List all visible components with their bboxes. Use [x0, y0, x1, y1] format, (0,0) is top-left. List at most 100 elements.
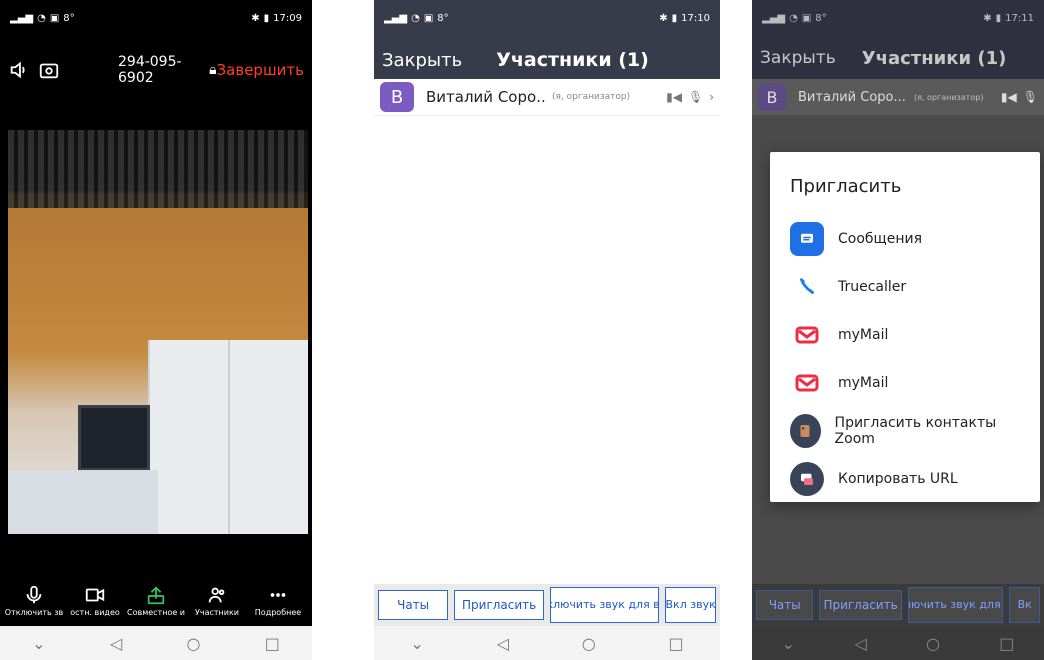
stop-video-button[interactable]: остн. видео	[65, 584, 125, 626]
close-button[interactable]: Закрыть	[760, 48, 836, 68]
battery-icon: ▮	[671, 12, 678, 24]
video-icon: ▮◀	[666, 90, 682, 104]
bluetooth-icon: ✱	[659, 12, 668, 24]
nav-down-icon[interactable]: ⌄	[32, 634, 45, 653]
participant-row[interactable]: В Виталий Соро... (я, организатор) ▮◀ 🎙︎…	[374, 79, 720, 116]
battery-icon: ▮	[995, 12, 1002, 24]
option-label: Копировать URL	[838, 471, 958, 487]
camera-status-icon: ▣	[423, 12, 434, 24]
status-time: 17:10	[681, 12, 710, 24]
mute-all-button[interactable]: Выключить звук для всех	[907, 587, 1004, 623]
option-label: myMail	[838, 327, 889, 343]
invite-option-copy-url[interactable]: Копировать URL	[790, 455, 1020, 503]
camera-status-icon: ▣	[801, 12, 812, 24]
system-nav-bar: ⌄ ◁ ○ □	[374, 626, 720, 660]
unmute-all-button[interactable]: Вкл звук	[665, 587, 716, 623]
status-time: 17:09	[273, 12, 302, 24]
participant-icons: ▮◀ 🎙︎	[1001, 90, 1038, 104]
participant-icons: ▮◀ 🎙︎ ›	[666, 90, 714, 104]
lock-icon: 🔒︎	[209, 62, 217, 78]
messages-icon	[790, 222, 824, 256]
participant-role: (я, организатор)	[552, 92, 631, 102]
mic-icon: 🎙︎	[1022, 90, 1038, 104]
avatar: В	[758, 83, 786, 111]
invite-option-mymail-1[interactable]: myMail	[790, 311, 1020, 359]
avatar: В	[380, 82, 414, 112]
mute-button[interactable]: Отключить зв	[4, 584, 64, 626]
wifi-icon: ◔	[37, 12, 46, 24]
bluetooth-icon: ✱	[251, 12, 260, 24]
invite-option-zoom-contacts[interactable]: Пригласить контакты Zoom	[790, 407, 1020, 455]
meeting-toolbar: Отключить зв остн. видео Совместное и Уч…	[0, 584, 312, 626]
header-row: Закрыть Участники (1)	[374, 40, 720, 80]
mail-icon	[790, 366, 824, 400]
page-title: Участники (1)	[861, 47, 1007, 69]
phone-meeting-screen: ▂▄▆ ◔ ▣ 8° ✱ ▮ 17:09 294-095-6902 🔒︎ Зав…	[0, 0, 312, 660]
participants-bottom-bar: Чаты Пригласить Выключить звук для всех …	[374, 584, 720, 626]
signal-icon: ▂▄▆	[762, 12, 786, 24]
invite-option-mymail-2[interactable]: myMail	[790, 359, 1020, 407]
camera-status-icon: ▣	[49, 12, 60, 24]
phone-icon	[790, 270, 824, 304]
switch-camera-icon[interactable]	[38, 58, 60, 82]
battery-icon: ▮	[263, 12, 270, 24]
copy-url-icon	[790, 462, 824, 496]
unmute-all-button[interactable]: Вк	[1009, 587, 1040, 623]
system-nav-bar: ⌄ ◁ ○ □	[0, 626, 312, 660]
nav-home-icon[interactable]: ○	[926, 634, 940, 653]
mute-all-button[interactable]: Выключить звук для всех	[550, 587, 660, 623]
invite-dialog: Пригласить Сообщения Truecaller myMail m…	[770, 152, 1040, 502]
meeting-id: 294-095-6902 🔒︎	[118, 54, 217, 86]
chats-button[interactable]: Чаты	[756, 590, 814, 620]
participants-bottom-bar: Чаты Пригласить Выключить звук для всех …	[752, 584, 1044, 626]
invite-option-truecaller[interactable]: Truecaller	[790, 263, 1020, 311]
nav-down-icon[interactable]: ⌄	[410, 634, 423, 653]
participant-row[interactable]: В Виталий Соро... (я, организатор) ▮◀ 🎙︎	[752, 79, 1044, 115]
wifi-icon: ◔	[789, 12, 798, 24]
phone-invite-screen: ▂▄▆ ◔ ▣ 8° ✱ ▮ 17:11 Закрыть Участники (…	[752, 0, 1044, 660]
status-temp: 8°	[437, 12, 449, 24]
nav-recent-icon[interactable]: □	[265, 634, 280, 653]
nav-home-icon[interactable]: ○	[582, 634, 596, 653]
system-nav-bar: ⌄ ◁ ○ □	[752, 626, 1044, 660]
invite-button[interactable]: Пригласить	[454, 590, 544, 620]
header-row: Закрыть Участники (1)	[752, 38, 1044, 78]
option-label: Сообщения	[838, 231, 923, 247]
status-bar: ▂▄▆ ◔ ▣ 8° ✱ ▮ 17:09	[0, 0, 312, 36]
participants-button[interactable]: Участники	[187, 584, 247, 626]
status-time: 17:11	[1005, 12, 1034, 24]
option-label: Truecaller	[838, 279, 907, 295]
status-bar: ▂▄▆ ◔ ▣ 8° ✱ ▮ 17:10	[374, 0, 720, 36]
nav-back-icon[interactable]: ◁	[110, 634, 122, 653]
nav-home-icon[interactable]: ○	[186, 634, 200, 653]
status-temp: 8°	[815, 12, 827, 24]
participant-role: (я, организатор)	[914, 92, 984, 102]
nav-down-icon[interactable]: ⌄	[782, 634, 795, 653]
option-label: myMail	[838, 375, 889, 391]
phone-participants-screen: ▂▄▆ ◔ ▣ 8° ✱ ▮ 17:10 Закрыть Участники (…	[374, 0, 720, 660]
video-monitor	[78, 405, 150, 471]
bluetooth-icon: ✱	[983, 12, 992, 24]
speaker-icon[interactable]	[8, 58, 30, 82]
signal-icon: ▂▄▆	[10, 12, 34, 24]
close-button[interactable]: Закрыть	[382, 50, 462, 71]
video-cabinet	[148, 340, 308, 534]
nav-back-icon[interactable]: ◁	[854, 634, 866, 653]
option-label: Пригласить контакты Zoom	[834, 415, 997, 447]
video-icon: ▮◀	[1000, 90, 1017, 104]
nav-back-icon[interactable]: ◁	[497, 634, 509, 653]
dialog-title: Пригласить	[790, 176, 902, 197]
share-button[interactable]: Совместное и	[126, 584, 186, 626]
end-meeting-button[interactable]: Завершить	[217, 61, 304, 79]
page-title: Участники (1)	[496, 49, 649, 71]
invite-button[interactable]: Пригласить	[819, 590, 902, 620]
chats-button[interactable]: Чаты	[378, 590, 449, 620]
video-feed	[8, 130, 308, 534]
status-temp: 8°	[63, 12, 75, 24]
nav-recent-icon[interactable]: □	[999, 634, 1014, 653]
invite-option-messages[interactable]: Сообщения	[790, 215, 1020, 263]
chevron-right-icon: ›	[709, 90, 714, 104]
more-button[interactable]: Подробнее	[248, 584, 308, 626]
signal-icon: ▂▄▆	[384, 12, 408, 24]
nav-recent-icon[interactable]: □	[668, 634, 683, 653]
